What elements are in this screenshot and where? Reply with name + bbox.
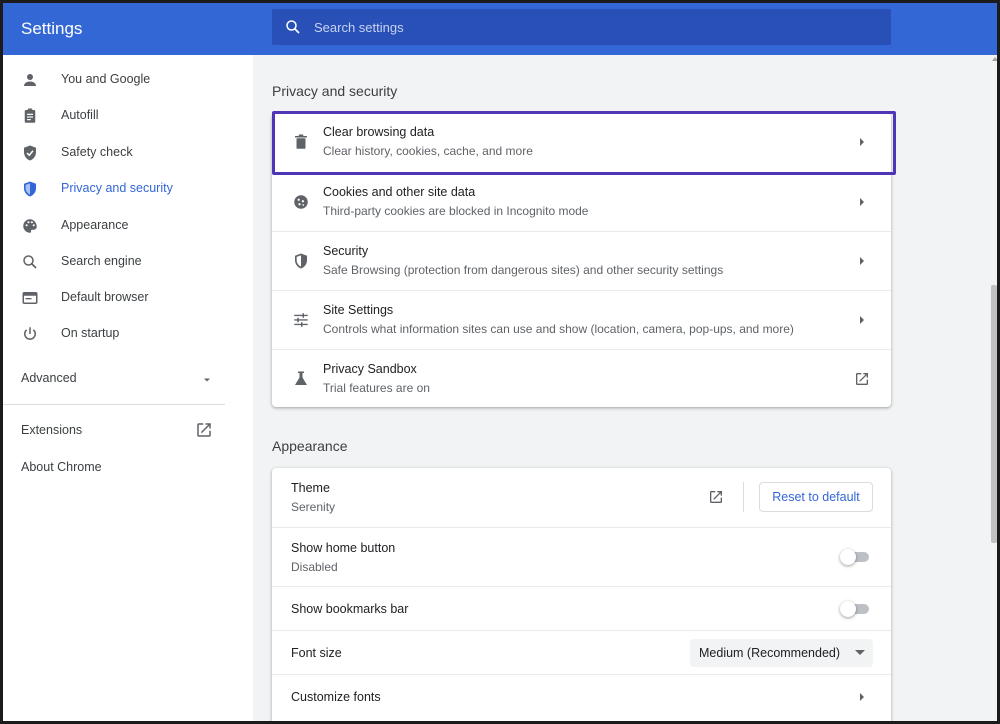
row-title: Privacy Sandbox [323, 362, 417, 376]
row-title: Show bookmarks bar [291, 602, 409, 616]
sidebar-item-appearance[interactable]: Appearance [3, 208, 243, 244]
sidebar-item-privacy-and-security[interactable]: Privacy and security [3, 171, 243, 207]
row-title: Customize fonts [291, 690, 381, 704]
divider [3, 404, 225, 405]
external-link-icon[interactable] [195, 421, 213, 439]
search-input[interactable] [314, 9, 874, 45]
row-subtitle: Third-party cookies are blocked in Incog… [323, 204, 589, 218]
highlight-box [272, 111, 896, 175]
sidebar-item-safety-check[interactable]: Safety check [3, 135, 243, 171]
clipboard-icon [24, 108, 36, 123]
arrow-right-icon [860, 257, 864, 265]
arrow-right-icon [860, 693, 864, 701]
sidebar-about-chrome[interactable]: About Chrome [21, 460, 102, 474]
caret-down-icon [855, 650, 865, 655]
reset-to-default-button[interactable]: Reset to default [759, 482, 873, 512]
row-subtitle: Disabled [291, 560, 338, 574]
sidebar-item-label: Search engine [61, 254, 142, 268]
sidebar: You and Google Autofill Safety check Pri… [3, 55, 253, 721]
font-size-select[interactable]: Medium (Recommended) [690, 639, 873, 667]
sidebar-item-autofill[interactable]: Autofill [3, 98, 243, 134]
header-bar: Settings [3, 3, 997, 55]
sidebar-item-label: You and Google [61, 72, 151, 86]
power-icon [24, 327, 36, 340]
arrow-right-icon [860, 316, 864, 324]
row-title: Theme [291, 481, 330, 495]
row-show-home-button[interactable]: Show home button Disabled [272, 527, 891, 586]
sidebar-item-label: Appearance [61, 218, 129, 232]
section-title-appearance: Appearance [272, 438, 348, 454]
section-title-privacy: Privacy and security [272, 83, 398, 99]
sidebar-extensions[interactable]: Extensions [21, 423, 82, 437]
row-site-settings[interactable]: Site Settings Controls what information … [272, 290, 891, 349]
row-theme[interactable]: Theme Serenity Reset to default [272, 468, 891, 527]
search-icon [286, 20, 300, 34]
browser-icon [22, 292, 38, 304]
home-button-toggle[interactable] [840, 549, 870, 565]
toggle-knob [840, 601, 856, 617]
flask-icon [295, 371, 307, 385]
appearance-card: Theme Serenity Reset to default Show hom… [272, 468, 891, 721]
row-title: Show home button [291, 541, 396, 555]
page-title: Settings [21, 19, 83, 38]
row-subtitle: Safe Browsing (protection from dangerous… [323, 263, 724, 277]
row-subtitle: Trial features are on [323, 381, 430, 395]
sidebar-item-you-and-google[interactable]: You and Google [3, 62, 243, 98]
search-box[interactable] [272, 9, 891, 45]
sidebar-item-default-browser[interactable]: Default browser [3, 280, 243, 316]
row-font-size: Font size Medium (Recommended) [272, 630, 891, 674]
sidebar-item-search-engine[interactable]: Search engine [3, 244, 243, 280]
external-link-icon[interactable] [854, 371, 870, 387]
row-customize-fonts[interactable]: Customize fonts [272, 674, 891, 718]
row-title: Cookies and other site data [323, 185, 476, 199]
bookmarks-bar-toggle[interactable] [840, 601, 870, 617]
toggle-knob [840, 549, 856, 565]
row-subtitle: Controls what information sites can use … [323, 322, 794, 336]
arrow-right-icon [860, 198, 864, 206]
sidebar-advanced[interactable]: Advanced [21, 371, 77, 385]
scroll-up-arrow-icon[interactable] [992, 57, 997, 61]
chevron-down-icon[interactable] [198, 371, 216, 389]
row-show-bookmarks-bar[interactable]: Show bookmarks bar [272, 586, 891, 630]
row-privacy-sandbox[interactable]: Privacy Sandbox Trial features are on [272, 349, 891, 408]
row-subtitle: Serenity [291, 500, 336, 514]
external-link-icon[interactable] [708, 489, 724, 505]
divider [743, 482, 744, 512]
row-title: Font size [291, 646, 342, 660]
row-title: Site Settings [323, 303, 394, 317]
browser-window: Settings You and Google Autofill Safety … [0, 0, 1000, 724]
cookie-icon [294, 195, 308, 209]
person-icon [24, 74, 36, 86]
search-icon [23, 255, 37, 269]
row-security[interactable]: Security Safe Browsing (protection from … [272, 231, 891, 290]
sidebar-item-label: Default browser [61, 290, 149, 304]
tune-icon [294, 313, 308, 327]
sidebar-item-label: On startup [61, 326, 120, 340]
shield-icon [24, 181, 36, 197]
row-title: Security [323, 244, 369, 258]
sidebar-item-label: Privacy and security [61, 181, 173, 195]
palette-icon [23, 219, 37, 233]
shield-icon [295, 253, 307, 269]
select-value: Medium (Recommended) [699, 646, 841, 660]
row-cookies[interactable]: Cookies and other site data Third-party … [272, 172, 891, 231]
scrollbar-thumb[interactable] [991, 285, 997, 543]
sidebar-item-label: Safety check [61, 145, 133, 159]
sidebar-item-label: Autofill [61, 108, 99, 122]
shield-check-icon [24, 145, 36, 161]
sidebar-item-on-startup[interactable]: On startup [3, 316, 243, 352]
